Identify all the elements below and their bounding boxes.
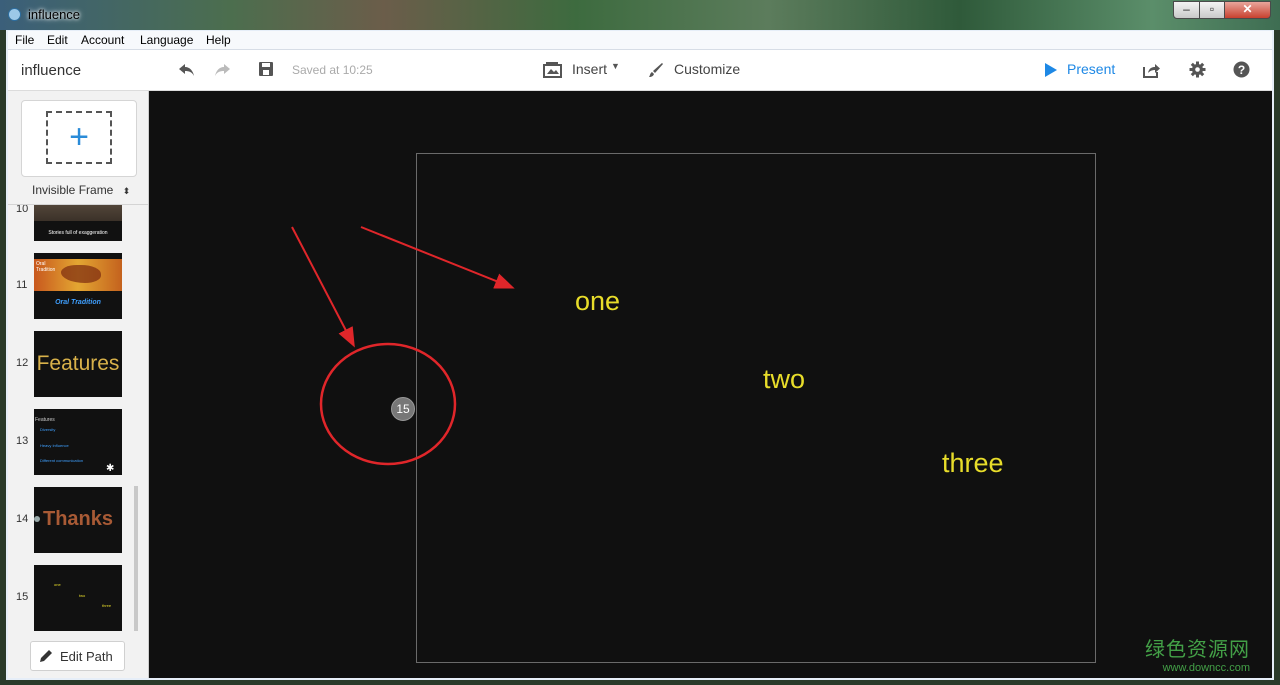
slide-word: two bbox=[79, 593, 86, 598]
slide-item: Diversity bbox=[40, 427, 56, 432]
share-icon[interactable] bbox=[1142, 62, 1161, 78]
play-icon bbox=[1045, 63, 1057, 77]
slides-sidebar: + Invisible Frame ⬍ 10 Stories full of e… bbox=[8, 91, 149, 678]
menu-file[interactable]: File bbox=[15, 33, 34, 47]
maximize-button[interactable]: ▫ bbox=[1199, 1, 1225, 19]
close-button[interactable]: ✕ bbox=[1224, 1, 1271, 19]
edit-path-button[interactable]: Edit Path bbox=[30, 641, 125, 671]
slide-heading: Oral Tradition bbox=[36, 261, 56, 273]
slide-caption: Stories full of exaggeration bbox=[48, 230, 108, 236]
slide-number: 15 bbox=[16, 591, 29, 603]
chevron-down-icon: ▼ bbox=[611, 61, 620, 71]
slide-item: Different communication bbox=[40, 458, 84, 463]
slide-caption: Thanks bbox=[42, 508, 114, 530]
svg-text:?: ? bbox=[1238, 63, 1245, 77]
slide-word: three bbox=[102, 603, 112, 608]
watermark-url: www.downcc.com bbox=[1162, 662, 1250, 674]
slide-thumbnail-13[interactable]: Features Diversity Heavy Influence Diffe… bbox=[34, 409, 122, 475]
slide-number: 11 bbox=[16, 279, 28, 291]
redo-icon[interactable] bbox=[213, 62, 231, 78]
watermark-text: 绿色资源网 bbox=[1145, 639, 1250, 661]
menu-bar: File Edit Account Language Help bbox=[8, 31, 1272, 50]
edit-path-label: Edit Path bbox=[60, 649, 113, 664]
updown-icon: ⬍ bbox=[122, 186, 131, 196]
red-arrow bbox=[291, 226, 355, 348]
slide-thumbnail-14[interactable]: Thanks bbox=[34, 487, 122, 553]
frame-type-select[interactable]: Invisible Frame ⬍ bbox=[32, 183, 130, 197]
help-icon[interactable]: ? bbox=[1233, 61, 1250, 78]
present-label: Present bbox=[1067, 61, 1116, 77]
customize-button[interactable]: Customize bbox=[648, 60, 748, 80]
slide-number: 13 bbox=[16, 435, 29, 447]
document-name[interactable]: influence bbox=[21, 62, 81, 79]
add-frame-button[interactable]: + bbox=[21, 100, 137, 177]
watermark: 绿色资源网 www.downcc.com bbox=[1145, 633, 1250, 674]
slide-thumbnail-15[interactable]: one two three bbox=[34, 565, 122, 631]
menu-account[interactable]: Account bbox=[81, 33, 124, 47]
sidebar-scrollbar[interactable] bbox=[134, 486, 138, 631]
slide-number: 12 bbox=[16, 357, 29, 369]
slide-list: 10 Stories full of exaggeration 11 Oral … bbox=[8, 205, 148, 637]
slide-caption: Features bbox=[36, 352, 120, 375]
toolbar: influence Saved at 10:25 Insert ▼ Custom… bbox=[8, 50, 1272, 91]
save-icon[interactable] bbox=[259, 62, 273, 76]
slide-word: one bbox=[54, 582, 61, 587]
customize-label: Customize bbox=[674, 61, 741, 77]
insert-icon bbox=[543, 62, 562, 78]
menu-help[interactable]: Help bbox=[206, 33, 231, 47]
brush-icon bbox=[649, 63, 663, 77]
pencil-icon bbox=[40, 650, 52, 662]
slide-heading: Features bbox=[35, 417, 55, 423]
app-icon bbox=[8, 8, 21, 21]
slide-caption: Oral Tradition bbox=[55, 299, 101, 306]
minimize-button[interactable]: – bbox=[1173, 1, 1200, 19]
path-point-marker[interactable]: 15 bbox=[391, 397, 415, 421]
menu-edit[interactable]: Edit bbox=[47, 33, 68, 47]
saved-status: Saved at 10:25 bbox=[292, 63, 373, 77]
red-arrow bbox=[360, 226, 515, 289]
plus-icon: + bbox=[69, 118, 89, 156]
window-title-bar: influence – ▫ ✕ bbox=[0, 0, 1280, 30]
frame-type-label: Invisible Frame bbox=[32, 183, 114, 197]
insert-label: Insert bbox=[572, 61, 608, 77]
slide-thumbnail-10[interactable]: Stories full of exaggeration bbox=[34, 205, 122, 241]
slide-thumbnail-12[interactable]: Features bbox=[34, 331, 122, 397]
undo-icon[interactable] bbox=[178, 62, 196, 78]
gear-icon[interactable] bbox=[1189, 61, 1206, 78]
slide-item: Heavy Influence bbox=[40, 443, 69, 448]
menu-language[interactable]: Language bbox=[140, 33, 193, 47]
star-icon: ✱ bbox=[106, 463, 115, 474]
slide-thumbnail-11[interactable]: Oral Tradition Oral Tradition bbox=[34, 253, 122, 319]
slide-number: 10 bbox=[16, 205, 29, 215]
path-dot bbox=[34, 516, 40, 522]
presentation-canvas[interactable]: one two three 15 bbox=[149, 91, 1272, 678]
annotation-overlay bbox=[291, 226, 515, 466]
slide-number: 14 bbox=[16, 513, 29, 525]
window-title: influence bbox=[28, 7, 81, 22]
red-circle bbox=[319, 342, 457, 466]
present-button[interactable]: Present bbox=[1044, 60, 1124, 80]
